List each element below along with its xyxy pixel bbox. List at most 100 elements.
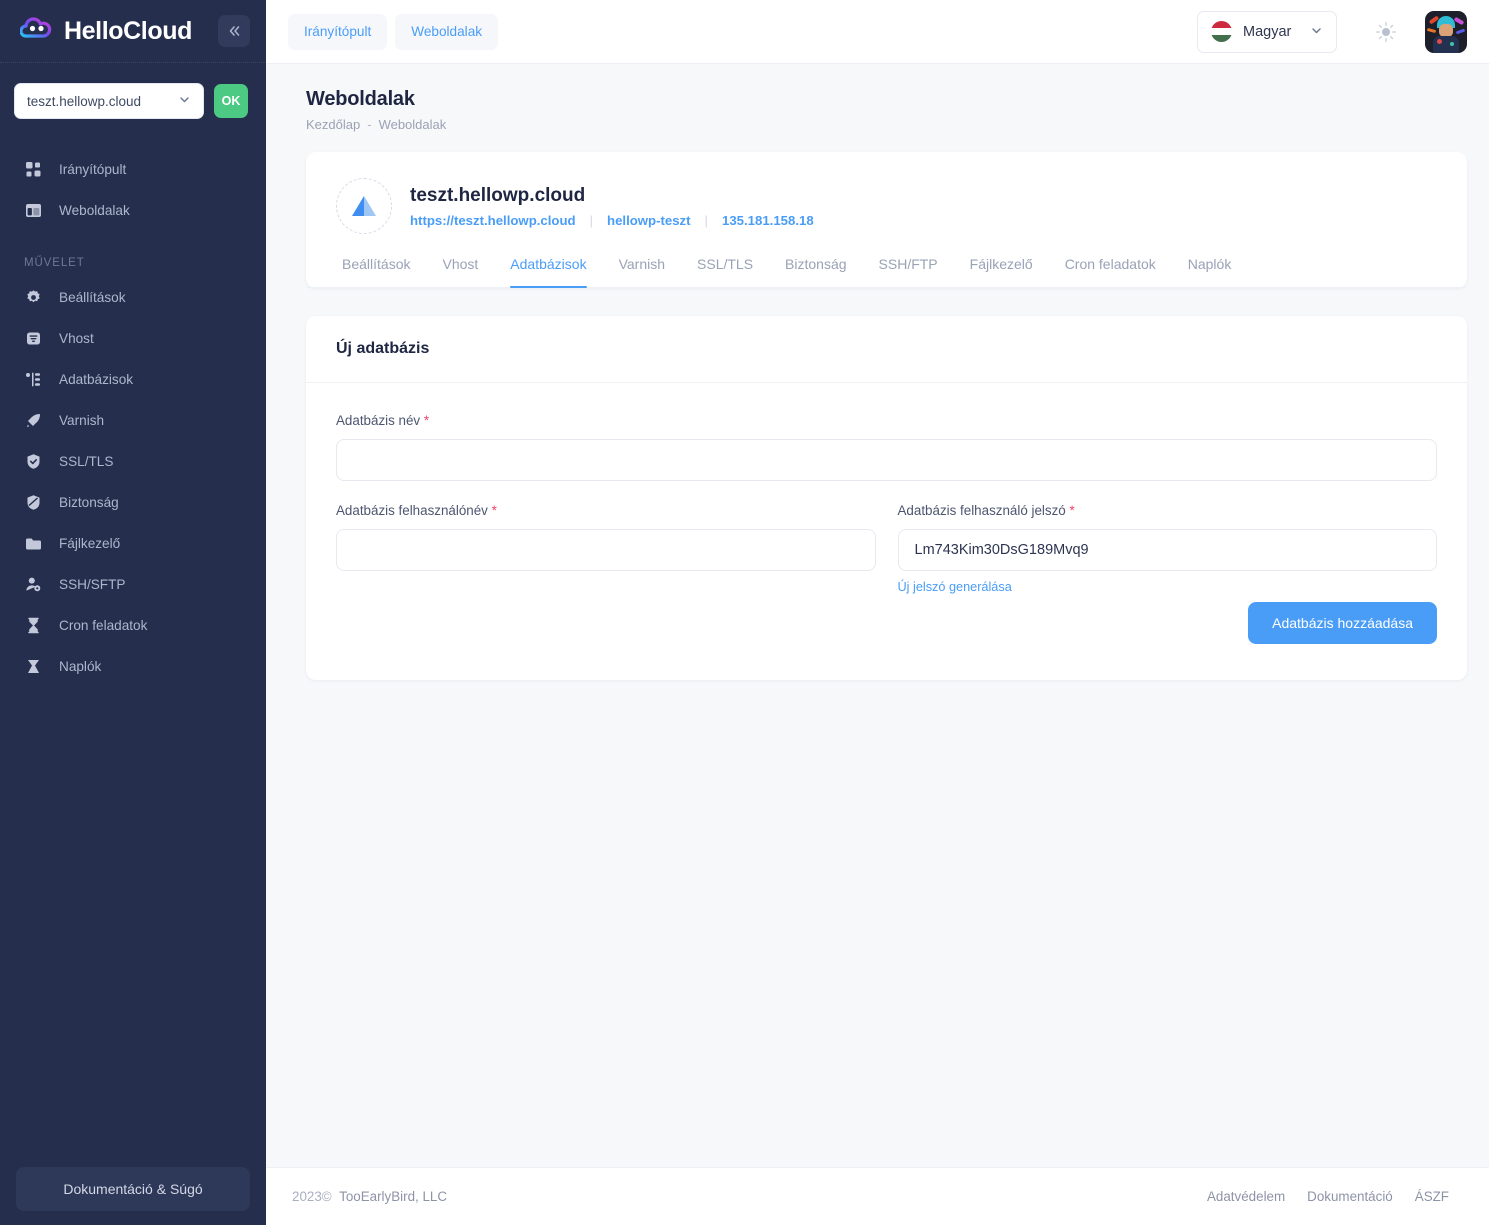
- tab-naplok[interactable]: Naplók: [1172, 256, 1248, 287]
- breadcrumb-separator: -: [367, 117, 372, 132]
- sidebar-item-databases[interactable]: Adatbázisok: [0, 359, 266, 400]
- copyright-symbol: ©: [321, 1189, 332, 1204]
- sidebar-header: HelloCloud: [0, 0, 266, 63]
- sidebar-item-settings[interactable]: Beállítások: [0, 277, 266, 318]
- sidebar-item-label: Fájlkezelő: [59, 536, 121, 551]
- tab-beallitasok[interactable]: Beállítások: [336, 256, 426, 287]
- topbar-tab-dashboard[interactable]: Irányítópult: [288, 13, 388, 50]
- breadcrumb-current: Weboldalak: [378, 117, 447, 132]
- sidebar-item-label: Adatbázisok: [59, 372, 134, 387]
- db-user-input[interactable]: [336, 529, 876, 571]
- site-ip-link[interactable]: 135.181.158.18: [722, 213, 814, 228]
- db-name-label-text: Adatbázis név: [336, 413, 421, 428]
- db-pass-label-text: Adatbázis felhasználó jelszó: [897, 503, 1066, 518]
- hourglass-icon: [24, 616, 43, 635]
- generate-password-link[interactable]: Új jelszó generálása: [898, 580, 1438, 594]
- sidebar-item-logs[interactable]: Naplók: [0, 646, 266, 687]
- user-key-icon: [24, 575, 43, 594]
- sidebar-item-ssltls[interactable]: SSL/TLS: [0, 441, 266, 482]
- form-body: Adatbázis név * Adatbázis felhasználónév…: [306, 383, 1467, 680]
- db-name-input[interactable]: [336, 439, 1437, 481]
- credentials-row: Adatbázis felhasználónév * Adatbázis fel…: [336, 503, 1437, 594]
- sidebar-item-label: Varnish: [59, 413, 105, 428]
- site-info: teszt.hellowp.cloud https://teszt.hellow…: [410, 185, 814, 228]
- tab-biztonsag[interactable]: Biztonság: [769, 256, 862, 287]
- tab-adatbazisok[interactable]: Adatbázisok: [494, 256, 602, 288]
- tab-ssltls[interactable]: SSL/TLS: [681, 256, 769, 287]
- db-user-label-text: Adatbázis felhasználónév: [336, 503, 488, 518]
- company-name: TooEarlyBird, LLC: [339, 1189, 448, 1204]
- documentation-help-button[interactable]: Dokumentáció & Súgó: [16, 1167, 250, 1211]
- tab-sshftp[interactable]: SSH/FTP: [863, 256, 954, 287]
- sidebar-nav: Irányítópult Weboldalak MŰVELET Beállítá…: [0, 123, 266, 687]
- link-divider: |: [589, 212, 594, 228]
- language-selector[interactable]: Magyar: [1197, 10, 1337, 53]
- site-selector-dropdown[interactable]: teszt.hellowp.cloud: [14, 83, 204, 119]
- sidebar-item-label: Vhost: [59, 331, 94, 346]
- field-db-name: Adatbázis név *: [336, 413, 1437, 481]
- required-marker: *: [1069, 503, 1075, 518]
- rocket-icon: [24, 411, 43, 430]
- sidebar-item-label: Beállítások: [59, 290, 126, 305]
- triangle-mountain-icon: [352, 196, 376, 216]
- tab-vhost[interactable]: Vhost: [426, 256, 494, 287]
- folder-icon: [24, 534, 43, 553]
- add-database-button[interactable]: Adatbázis hozzáadása: [1248, 602, 1437, 644]
- footer-link-docs[interactable]: Dokumentáció: [1307, 1189, 1393, 1204]
- sidebar-item-dashboard[interactable]: Irányítópult: [0, 149, 266, 190]
- db-pass-input[interactable]: [897, 529, 1437, 571]
- tab-fajlkezelo[interactable]: Fájlkezelő: [954, 256, 1049, 287]
- new-database-card: Új adatbázis Adatbázis név * Adatbázis f…: [306, 316, 1467, 680]
- site-selector-value: teszt.hellowp.cloud: [27, 93, 142, 109]
- page-title: Weboldalak: [306, 88, 415, 110]
- database-tree-icon: [24, 370, 43, 389]
- sidebar-item-label: Naplók: [59, 659, 102, 674]
- brand-name: HelloCloud: [64, 16, 192, 45]
- required-marker: *: [491, 503, 497, 518]
- sidebar-item-security[interactable]: Biztonság: [0, 482, 266, 523]
- site-url-link[interactable]: https://teszt.hellowp.cloud: [410, 213, 576, 228]
- sidebar-item-varnish[interactable]: Varnish: [0, 400, 266, 441]
- chevron-left-double-icon: [229, 26, 240, 36]
- tab-varnish[interactable]: Varnish: [603, 256, 681, 287]
- language-value: Magyar: [1243, 23, 1292, 40]
- logs-icon: [24, 657, 43, 676]
- sidebar-item-label: Weboldalak: [59, 203, 130, 218]
- theme-toggle-button[interactable]: [1367, 13, 1405, 51]
- site-card: teszt.hellowp.cloud https://teszt.hellow…: [306, 152, 1467, 288]
- topbar-tab-websites[interactable]: Weboldalak: [395, 13, 499, 50]
- shield-check-icon: [24, 452, 43, 471]
- user-avatar[interactable]: [1425, 10, 1467, 53]
- form-actions: Adatbázis hozzáadása: [336, 602, 1437, 644]
- sidebar-item-label: Irányítópult: [59, 162, 127, 177]
- sidebar-item-cron[interactable]: Cron feladatok: [0, 605, 266, 646]
- site-ok-button[interactable]: OK: [214, 84, 248, 118]
- site-tabs: Beállítások Vhost Adatbázisok Varnish SS…: [306, 234, 1467, 288]
- db-pass-label: Adatbázis felhasználó jelszó *: [898, 503, 1438, 518]
- footer-links: Adatvédelem Dokumentáció ÁSZF: [1207, 1189, 1449, 1204]
- footer-link-terms[interactable]: ÁSZF: [1415, 1189, 1449, 1204]
- footer-link-privacy[interactable]: Adatvédelem: [1207, 1189, 1285, 1204]
- hungary-flag-icon: [1211, 21, 1232, 42]
- breadcrumb-home[interactable]: Kezdőlap: [306, 117, 360, 132]
- tab-cron-feladatok[interactable]: Cron feladatok: [1049, 256, 1172, 287]
- link-divider: |: [704, 212, 708, 228]
- sidebar-item-filemanager[interactable]: Fájlkezelő: [0, 523, 266, 564]
- sidebar-item-sshsftp[interactable]: SSH/SFTP: [0, 564, 266, 605]
- breadcrumb: Kezdőlap - Weboldalak: [306, 117, 1467, 132]
- layout-window-icon: [24, 201, 43, 220]
- topbar: Irányítópult Weboldalak Magyar: [266, 0, 1489, 64]
- sidebar-item-websites[interactable]: Weboldalak: [0, 190, 266, 231]
- required-marker: *: [423, 413, 430, 428]
- field-db-user: Adatbázis felhasználónév *: [336, 503, 876, 594]
- site-handle-link[interactable]: hellowp-teszt: [607, 213, 691, 228]
- form-heading: Új adatbázis: [306, 316, 1467, 383]
- chevron-down-icon: [1310, 24, 1323, 40]
- copyright-year: 2023: [292, 1189, 322, 1204]
- sidebar-item-vhost[interactable]: Vhost: [0, 318, 266, 359]
- sidebar-item-label: SSL/TLS: [59, 454, 114, 469]
- db-name-label: Adatbázis név *: [336, 413, 1437, 428]
- sidebar-collapse-button[interactable]: [218, 15, 250, 47]
- site-avatar: [336, 178, 392, 234]
- sidebar-section-label: MŰVELET: [24, 257, 85, 269]
